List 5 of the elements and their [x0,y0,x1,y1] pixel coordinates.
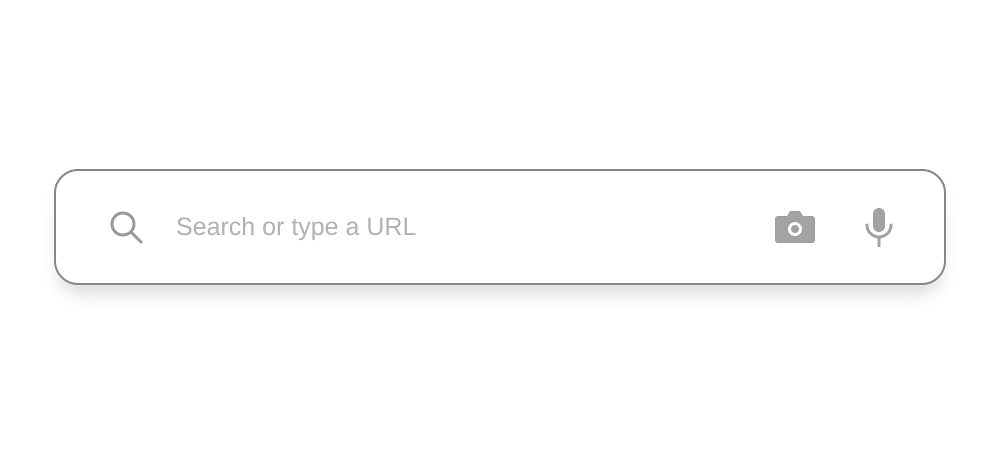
camera-icon[interactable] [774,210,816,244]
search-bar[interactable]: Search or type a URL [54,169,946,285]
search-field[interactable]: Search or type a URL [176,202,774,252]
microphone-icon[interactable] [864,207,894,247]
search-icon [108,209,144,245]
